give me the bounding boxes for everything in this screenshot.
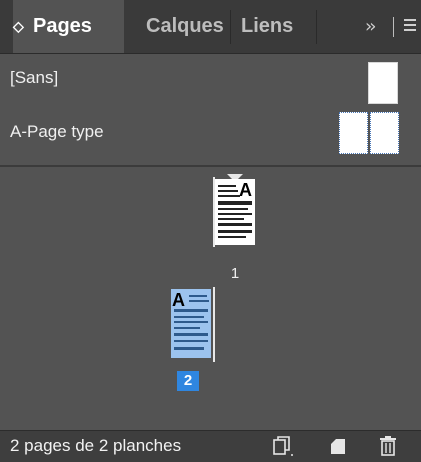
tab-divider: [230, 10, 231, 44]
tab-divider: [316, 10, 317, 44]
tab-pages[interactable]: ◇ Pages: [13, 0, 124, 53]
masters-section: [Sans] A-Page type: [0, 54, 421, 167]
master-thumbnail-spread[interactable]: [339, 112, 399, 154]
master-item-none[interactable]: [Sans]: [0, 54, 421, 106]
master-label: [Sans]: [10, 68, 59, 87]
new-page-icon[interactable]: [326, 435, 350, 457]
page-thumbnail-2[interactable]: A: [171, 289, 211, 358]
master-thumbnail-none[interactable]: [368, 62, 398, 104]
page-number-2[interactable]: 2: [177, 371, 199, 391]
master-prefix-label: A: [172, 290, 185, 310]
pages-status-text: 2 pages de 2 planches: [10, 436, 182, 455]
menu-divider: [393, 17, 394, 37]
pages-area: A 1 A 2: [0, 167, 421, 430]
page-size-icon[interactable]: [270, 435, 294, 457]
tab-liens-label: Liens: [241, 15, 294, 37]
master-prefix-label: A: [239, 180, 252, 200]
master-label: A-Page type: [10, 122, 104, 141]
page-number-1[interactable]: 1: [225, 264, 245, 284]
trash-icon[interactable]: [376, 435, 400, 457]
collapse-diamond-icon[interactable]: ◇: [13, 0, 24, 53]
master-right-page: [370, 112, 399, 154]
tab-liens[interactable]: Liens: [241, 0, 293, 53]
tab-calques[interactable]: Calques: [146, 0, 224, 53]
panel-footer: 2 pages de 2 planches: [0, 430, 421, 462]
tab-pages-label: Pages: [33, 15, 92, 37]
master-left-page: [339, 112, 368, 154]
panel-menu-icon[interactable]: [404, 19, 416, 33]
tab-calques-label: Calques: [146, 15, 224, 37]
overflow-chevron-icon[interactable]: ››: [365, 0, 377, 53]
panel-tab-bar: ◇ Pages Calques Liens ››: [0, 0, 421, 54]
pages-panel: ◇ Pages Calques Liens ›› [Sans] A-Page t…: [0, 0, 421, 462]
spread-binding-line: [213, 287, 215, 362]
page-thumbnail-1[interactable]: A: [215, 179, 255, 245]
